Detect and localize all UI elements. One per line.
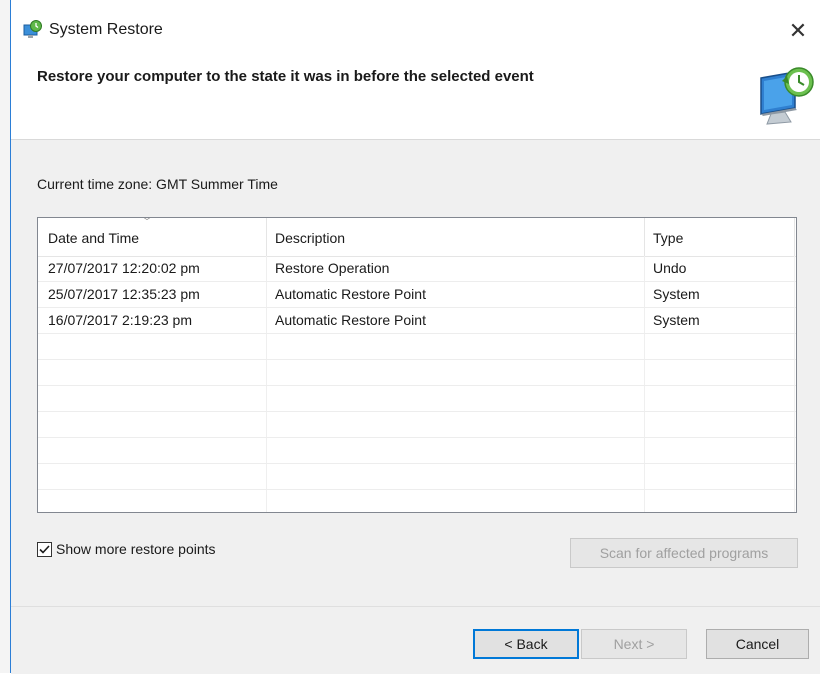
cell-date [38, 464, 267, 489]
title-bar: System Restore ✕ [11, 10, 820, 52]
back-button[interactable]: < Back [473, 629, 579, 659]
cell-description: Automatic Restore Point [267, 282, 645, 307]
column-header-description[interactable]: Description [267, 218, 645, 256]
cell-date [38, 334, 267, 359]
cell-date [38, 360, 267, 385]
table-row[interactable]: 27/07/2017 12:20:02 pm Restore Operation… [38, 256, 796, 282]
column-header-label: Date and Time [48, 230, 140, 246]
cell-description [267, 360, 645, 385]
timezone-label: Current time zone: GMT Summer Time [37, 176, 278, 192]
list-rows: 27/07/2017 12:20:02 pm Restore Operation… [38, 256, 796, 512]
cell-type [645, 386, 795, 411]
empty-row [38, 490, 796, 512]
cell-date: 27/07/2017 12:20:02 pm [38, 256, 267, 281]
column-header-date[interactable]: ﹀ Date and Time [38, 218, 267, 256]
wizard-body: Current time zone: GMT Summer Time ﹀ Dat… [11, 140, 820, 606]
page-heading: Restore your computer to the state it wa… [37, 68, 534, 85]
system-restore-large-icon [751, 64, 817, 126]
empty-row [38, 412, 796, 438]
empty-row [38, 360, 796, 386]
cell-description: Automatic Restore Point [267, 308, 645, 333]
empty-row [38, 334, 796, 360]
column-header-label: Description [275, 230, 346, 246]
column-header-type[interactable]: Type [645, 218, 795, 256]
cell-description: Restore Operation [267, 256, 645, 281]
cell-description [267, 438, 645, 463]
cell-type: Undo [645, 256, 795, 281]
wizard-header: Restore your computer to the state it wa… [11, 52, 820, 140]
wizard-footer: < Back Next > Cancel [11, 606, 820, 674]
empty-row [38, 438, 796, 464]
cell-description [267, 386, 645, 411]
cell-date: 16/07/2017 2:19:23 pm [38, 308, 267, 333]
next-button[interactable]: Next > [581, 629, 687, 659]
cell-date [38, 490, 267, 512]
system-restore-window: System Restore ✕ Restore your computer t… [10, 0, 820, 674]
cell-description [267, 464, 645, 489]
restore-points-list[interactable]: ﹀ Date and Time Description Type 27/07/2… [37, 217, 797, 513]
cell-type: System [645, 282, 795, 307]
cell-type [645, 360, 795, 385]
sort-indicator-icon: ﹀ [142, 217, 152, 228]
cell-description [267, 334, 645, 359]
cell-description [267, 412, 645, 437]
cell-date [38, 386, 267, 411]
cell-type [645, 490, 795, 512]
checkmark-icon [39, 544, 50, 554]
window-title: System Restore [49, 21, 163, 38]
system-restore-icon [21, 19, 43, 41]
checkbox-label: Show more restore points [56, 541, 216, 557]
checkbox-box[interactable] [37, 541, 52, 557]
table-row[interactable]: 25/07/2017 12:35:23 pm Automatic Restore… [38, 282, 796, 308]
column-header-label: Type [653, 230, 684, 246]
cell-date: 25/07/2017 12:35:23 pm [38, 282, 267, 307]
table-row[interactable]: 16/07/2017 2:19:23 pm Automatic Restore … [38, 308, 796, 334]
show-more-restore-points-checkbox[interactable]: Show more restore points [37, 541, 216, 557]
cell-type: System [645, 308, 795, 333]
empty-row [38, 464, 796, 490]
list-header: ﹀ Date and Time Description Type [38, 218, 796, 257]
cell-date [38, 412, 267, 437]
cell-type [645, 464, 795, 489]
cell-type [645, 412, 795, 437]
cell-description [267, 490, 645, 512]
cell-date [38, 438, 267, 463]
scan-affected-programs-button[interactable]: Scan for affected programs [570, 538, 798, 568]
background-edge [0, 0, 10, 673]
cancel-button[interactable]: Cancel [706, 629, 809, 659]
empty-row [38, 386, 796, 412]
close-icon[interactable]: ✕ [775, 10, 820, 52]
cell-type [645, 334, 795, 359]
cell-type [645, 438, 795, 463]
